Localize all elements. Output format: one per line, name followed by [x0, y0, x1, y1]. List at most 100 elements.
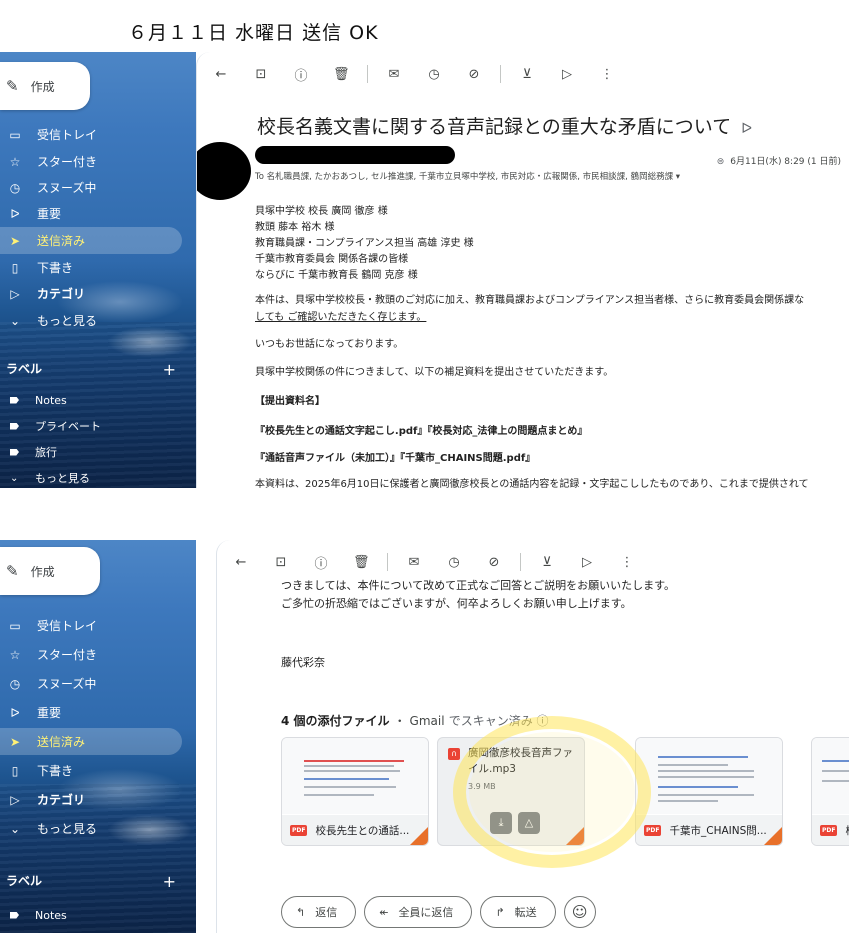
label-as-icon[interactable]: ▷	[559, 67, 575, 82]
screenshot-bottom: ✎ 作成 ▭ 受信トレイ ☆ スター付き ◷ スヌーズ中 ᐅ 重要 ➤ 送信済み ▯ 下書き…	[0, 540, 849, 933]
preview-line	[822, 780, 849, 782]
sidebar-item-categories[interactable]: ▷ カテゴリ	[0, 786, 85, 813]
attachment-preview	[636, 738, 782, 814]
more-options-icon[interactable]: ⋮	[619, 555, 635, 570]
important-marker-icon[interactable]: ᐅ	[741, 121, 752, 137]
recipients-line[interactable]: To 名札職員課, たかおあつし, セル推進課, 千葉市立貝塚中学校, 市民対応…	[255, 170, 680, 182]
sidebar-item-starred[interactable]: ☆ スター付き	[0, 641, 97, 668]
toolbar-divider	[500, 65, 501, 83]
move-to-icon[interactable]: ⊻	[519, 67, 535, 82]
sidebar: ✎ 作成 ▭ 受信トレイ ☆ スター付き ◷ スヌーズ中 ᐅ 重要 ➤ 送信済み ▯ 下書き…	[0, 52, 196, 488]
scan-text: でスキャン済み ⓘ	[448, 714, 549, 728]
label-as-icon[interactable]: ▷	[579, 555, 595, 570]
delete-icon[interactable]: 🗑	[333, 67, 350, 82]
archive-icon[interactable]: ⊡	[273, 555, 289, 570]
sidebar-item-snoozed[interactable]: ◷ スヌーズ中	[0, 174, 97, 201]
preview-line	[658, 794, 754, 796]
label-icon	[10, 911, 19, 919]
back-arrow-icon[interactable]: ←	[213, 67, 229, 82]
label-icon	[10, 396, 19, 404]
attachment-card[interactable]: PDF 千葉市_CHAINS問...	[635, 737, 783, 846]
body-line: 貝塚中学校 校長 廣岡 徹彦 様	[255, 206, 388, 217]
email-toolbar: ← ⊡ ⓘ 🗑 ✉ ◷ ⊘ ⊻ ▷ ⋮	[197, 52, 849, 96]
label-item-private[interactable]: プライベート	[10, 414, 101, 438]
body-line: 教頭 藤本 裕木 様	[255, 222, 335, 233]
sidebar-item-important[interactable]: ᐅ 重要	[0, 699, 61, 726]
report-spam-icon[interactable]: ⓘ	[313, 553, 329, 572]
emoji-reaction-button[interactable]: ☺	[563, 896, 596, 928]
move-to-icon[interactable]: ⊻	[539, 555, 555, 570]
forward-button[interactable]: ↱ 転送	[480, 896, 556, 928]
sidebar-item-snoozed[interactable]: ◷ スヌーズ中	[0, 670, 97, 697]
sidebar-item-more[interactable]: ⌄ もっと見る	[0, 307, 97, 334]
attachment-card[interactable]: PDF 校	[811, 737, 849, 846]
sidebar-item-label: 送信済み	[37, 735, 86, 749]
attachment-card-mp3[interactable]: ∩ 廣岡徹彦校長音声ファイル.mp3 3.9 MB ⤓ △	[437, 737, 585, 846]
label-item-more[interactable]: ⌄ もっと見る	[10, 466, 90, 488]
back-arrow-icon[interactable]: ←	[233, 555, 249, 570]
attachment-footer: PDF 校	[812, 815, 849, 845]
sidebar-item-categories[interactable]: ▷ カテゴリ	[0, 280, 85, 307]
sidebar-item-drafts[interactable]: ▯ 下書き	[0, 254, 73, 281]
pdf-icon: PDF	[820, 824, 838, 836]
snooze-icon[interactable]: ◷	[426, 67, 442, 82]
add-label-icon[interactable]: +	[163, 872, 176, 891]
audio-file-icon: ∩	[448, 748, 460, 760]
send-icon: ➤	[9, 734, 21, 749]
email-view: ← ⊡ ⓘ 🗑 ✉ ◷ ⊘ ⊻ ▷ ⋮ つきましては、本件について改めて正式なご…	[216, 540, 849, 933]
reply-icon: ↰	[296, 905, 306, 919]
mark-unread-icon[interactable]: ✉	[386, 67, 402, 82]
pdf-icon: PDF	[644, 824, 662, 836]
compose-button[interactable]: ✎ 作成	[0, 547, 100, 595]
add-task-icon[interactable]: ⊘	[486, 555, 502, 570]
sidebar-item-inbox[interactable]: ▭ 受信トレイ	[0, 612, 97, 639]
label-item-notes[interactable]: Notes	[10, 903, 67, 927]
attachment-preview	[812, 738, 849, 814]
snooze-icon[interactable]: ◷	[446, 555, 462, 570]
mark-unread-icon[interactable]: ✉	[406, 555, 422, 570]
more-options-icon[interactable]: ⋮	[599, 67, 615, 82]
sidebar-item-starred[interactable]: ☆ スター付き	[0, 148, 97, 175]
delete-icon[interactable]: 🗑	[353, 555, 370, 570]
download-icon[interactable]: ⤓	[490, 812, 512, 834]
chevron-down-icon: ⌄	[9, 821, 21, 836]
sidebar-item-sent[interactable]: ➤ 送信済み	[0, 728, 183, 755]
archive-icon[interactable]: ⊡	[253, 67, 269, 82]
body-line: 『校長先生との通話文字起こし.pdf』『校長対応_法律上の問題点まとめ』	[255, 426, 588, 437]
attachment-name: 千葉市_CHAINS問...	[669, 824, 767, 837]
sidebar-item-important[interactable]: ᐅ 重要	[0, 200, 61, 227]
sidebar-item-label: 下書き	[37, 261, 74, 275]
draft-icon: ▯	[11, 260, 19, 275]
sidebar-item-sent[interactable]: ➤ 送信済み	[0, 227, 183, 254]
reply-all-button[interactable]: ↞ 全員に返信	[364, 896, 473, 928]
preview-line	[822, 770, 849, 772]
avatar	[197, 142, 251, 200]
inbox-icon: ▭	[9, 618, 21, 633]
star-icon: ☆	[9, 154, 21, 169]
sidebar-item-label: もっと見る	[37, 314, 98, 328]
reply-button[interactable]: ↰ 返信	[281, 896, 357, 928]
label-item-travel[interactable]: 旅行	[10, 440, 57, 464]
sidebar-item-label: 送信済み	[37, 234, 86, 248]
fold-corner-icon	[566, 827, 584, 845]
report-spam-icon[interactable]: ⓘ	[293, 65, 309, 84]
draft-icon: ▯	[11, 763, 19, 778]
sidebar-item-inbox[interactable]: ▭ 受信トレイ	[0, 121, 97, 148]
attachment-name: 廣岡徹彦校長音声ファイル.mp3	[468, 747, 573, 775]
add-label-icon[interactable]: +	[163, 360, 176, 379]
attachment-name: 校	[845, 823, 849, 838]
label-item-notes[interactable]: Notes	[10, 388, 67, 412]
clock-icon: ◷	[9, 180, 21, 195]
sidebar-item-label: スヌーズ中	[37, 677, 97, 691]
compose-button[interactable]: ✎ 作成	[0, 62, 90, 110]
sidebar-item-drafts[interactable]: ▯ 下書き	[0, 757, 73, 784]
sidebar-item-more[interactable]: ⌄ もっと見る	[0, 815, 97, 842]
label-text: Notes	[35, 908, 67, 922]
save-to-drive-icon[interactable]: △	[518, 812, 540, 834]
preview-line	[304, 765, 394, 767]
add-task-icon[interactable]: ⊘	[466, 67, 482, 82]
sidebar-item-label: カテゴリ	[37, 287, 86, 301]
attachment-card[interactable]: PDF 校長先生との通話...	[281, 737, 429, 846]
forward-label: 転送	[514, 906, 537, 919]
labels-heading: ラベル +	[6, 360, 176, 379]
